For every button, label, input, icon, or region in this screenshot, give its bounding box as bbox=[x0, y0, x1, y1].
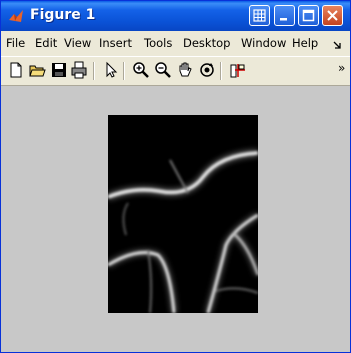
menu-desktop[interactable]: Desktop bbox=[183, 36, 230, 50]
minimize-icon bbox=[280, 18, 287, 21]
data-cursor-icon[interactable] bbox=[229, 61, 247, 79]
open-icon[interactable] bbox=[28, 61, 46, 79]
grid-icon bbox=[253, 9, 266, 22]
matlab-logo-icon bbox=[9, 10, 23, 22]
figure-window: Figure 1 File Edit View Insert Tools Des… bbox=[0, 0, 351, 353]
menu-insert[interactable]: Insert bbox=[99, 36, 132, 50]
vessel-image bbox=[108, 149, 258, 313]
menu-help[interactable]: Help bbox=[292, 36, 318, 50]
rotate-icon[interactable] bbox=[198, 61, 216, 79]
close-icon bbox=[327, 10, 338, 21]
tile-button[interactable] bbox=[249, 5, 270, 26]
zoom-in-icon[interactable] bbox=[132, 61, 150, 79]
menu-window[interactable]: Window bbox=[241, 36, 286, 50]
toolbar-separator bbox=[123, 62, 125, 80]
maximize-icon bbox=[302, 9, 315, 22]
pan-icon[interactable] bbox=[176, 61, 194, 79]
menu-edit[interactable]: Edit bbox=[35, 36, 57, 50]
toolbar-separator bbox=[93, 62, 95, 80]
title-bar[interactable]: Figure 1 bbox=[1, 1, 350, 31]
save-icon[interactable] bbox=[50, 61, 68, 79]
minimize-button[interactable] bbox=[274, 5, 295, 26]
print-icon[interactable] bbox=[70, 61, 88, 79]
figure-canvas[interactable] bbox=[1, 86, 350, 352]
image-axes[interactable] bbox=[108, 115, 258, 313]
menu-view[interactable]: View bbox=[64, 36, 91, 50]
window-title: Figure 1 bbox=[30, 7, 96, 23]
menu-tools[interactable]: Tools bbox=[144, 36, 172, 50]
figure-toolbar: » bbox=[1, 56, 350, 86]
toolbar-overflow-button[interactable]: » bbox=[338, 61, 345, 75]
zoom-out-icon[interactable] bbox=[154, 61, 172, 79]
toolbar-separator bbox=[220, 62, 222, 80]
maximize-button[interactable] bbox=[298, 5, 319, 26]
menu-overflow-arrow-icon[interactable] bbox=[333, 40, 345, 50]
menu-bar: File Edit View Insert Tools Desktop Wind… bbox=[1, 32, 350, 54]
close-button[interactable] bbox=[322, 5, 343, 26]
new-icon[interactable] bbox=[7, 61, 25, 79]
pointer-icon[interactable] bbox=[102, 61, 120, 79]
menu-file[interactable]: File bbox=[6, 36, 25, 50]
